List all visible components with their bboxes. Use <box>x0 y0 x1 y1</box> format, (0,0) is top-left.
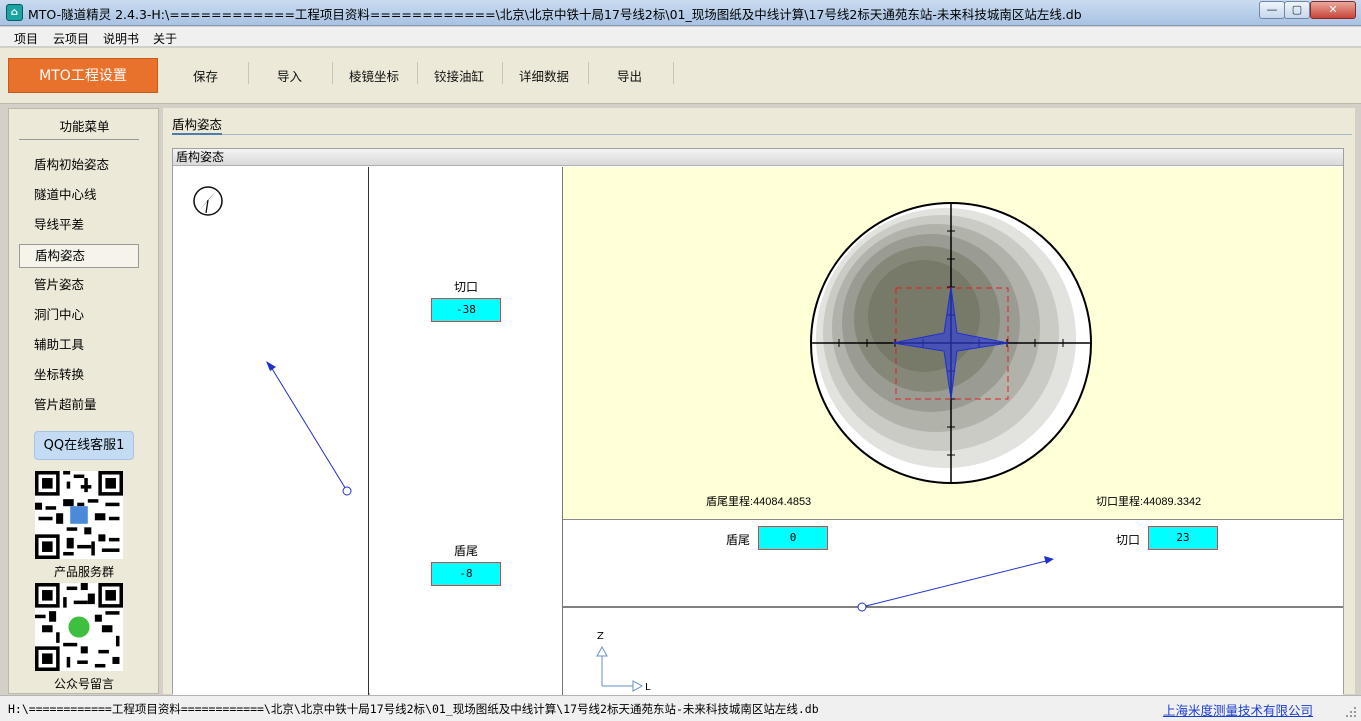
menu-project[interactable]: 项目 <box>14 30 38 47</box>
detail-data-button[interactable]: 详细数据 <box>519 66 569 85</box>
qr-code-service-group <box>35 471 123 559</box>
menu-bar: 项目 云项目 说明书 关于 <box>0 27 1361 47</box>
sidebar-item-aux-tools[interactable]: 辅助工具 <box>19 334 139 358</box>
sidebar: 功能菜单 盾构初始姿态 隧道中心线 导线平差 盾构姿态 管片姿态 洞门中心 辅助… <box>8 108 159 694</box>
menu-manual[interactable]: 说明书 <box>103 30 139 47</box>
tail-mileage-value: 44084.4853 <box>753 496 811 508</box>
profile-view-pane: 盾尾 0 切口 23 Z L <box>563 519 1343 695</box>
tab-strip-line <box>172 134 1352 135</box>
z-axis-label: Z <box>597 631 604 642</box>
sidebar-item-segment-advance[interactable]: 管片超前量 <box>19 394 139 418</box>
plan-view-canvas <box>193 186 352 496</box>
qr-code-official-account <box>35 583 123 671</box>
minimize-button[interactable]: — <box>1259 1 1285 19</box>
main-panel: 盾构姿态 盾构姿态 切口 -38 盾尾 -8 盾尾里程:44084.4853 切… <box>163 108 1355 695</box>
title-bar: ⌂ MTO-隧道精灵 2.4.3-H:\============工程项目资料==… <box>0 0 1361 26</box>
hinge-cylinder-button[interactable]: 铰接油缸 <box>434 66 484 85</box>
menu-about[interactable]: 关于 <box>153 30 177 47</box>
sidebar-item-traverse-adjustment[interactable]: 导线平差 <box>19 214 139 238</box>
sidebar-divider <box>19 139 139 140</box>
horizontal-deviation-pane: 切口 -38 盾尾 -8 <box>370 167 563 695</box>
toolbar-separator <box>673 62 674 84</box>
tab-active-indicator <box>172 133 222 135</box>
toolbar-separator <box>248 62 249 84</box>
tab-shield-attitude[interactable]: 盾构姿态 <box>172 114 222 133</box>
target-canvas: 盾尾里程:44084.4853 切口里程:44089.3342 <box>706 202 1201 508</box>
toolbar: MTO工程设置 保存 导入 棱镜坐标 铰接油缸 详细数据 导出 <box>0 48 1361 104</box>
app-logo-icon: ⌂ <box>6 4 23 21</box>
toolbar-separator <box>502 62 503 84</box>
save-button[interactable]: 保存 <box>193 66 218 85</box>
qr-service-group-label: 产品服务群 <box>53 565 114 579</box>
axis-indicator <box>596 645 644 692</box>
sidebar-item-coord-transform[interactable]: 坐标转换 <box>19 364 139 388</box>
tail-horizontal-value: -8 <box>431 562 501 586</box>
target-view-pane: 盾尾里程:44084.4853 切口里程:44089.3342 <box>563 167 1343 519</box>
sidebar-item-segment-attitude[interactable]: 管片姿态 <box>19 274 139 298</box>
menu-cloud-project[interactable]: 云项目 <box>53 30 89 47</box>
cut-mileage-value: 44089.3342 <box>1143 496 1201 508</box>
plan-view-pane <box>173 167 369 695</box>
toolbar-separator <box>417 62 418 84</box>
group-title: 盾构姿态 <box>173 149 1343 166</box>
toolbar-separator <box>332 62 333 84</box>
maximize-button[interactable]: ▢ <box>1284 1 1310 19</box>
export-button[interactable]: 导出 <box>617 66 642 85</box>
sidebar-title: 功能菜单 <box>59 119 110 134</box>
resize-grip-icon[interactable] <box>1345 706 1357 718</box>
import-button[interactable]: 导入 <box>277 66 302 85</box>
qr-official-account-label: 公众号留言 <box>53 677 114 691</box>
sidebar-item-initial-attitude[interactable]: 盾构初始姿态 <box>19 154 139 178</box>
cut-mileage: 切口里程:44089.3342 <box>1096 495 1201 508</box>
status-bar: H:\============工程项目资料============\北京\北京中… <box>0 695 1361 721</box>
qq-support-button[interactable]: QQ在线客服1 <box>34 431 134 460</box>
window-title: MTO-隧道精灵 2.4.3-H:\============工程项目资料====… <box>28 7 1082 22</box>
company-link[interactable]: 上海米度测量技术有限公司 <box>1163 700 1313 719</box>
sidebar-item-shield-attitude[interactable]: 盾构姿态 <box>19 244 139 268</box>
cut-horizontal-value: -38 <box>431 298 501 322</box>
sidebar-item-portal-center[interactable]: 洞门中心 <box>19 304 139 328</box>
cut-label: 切口 <box>453 280 478 294</box>
status-file-path: H:\============工程项目资料============\北京\北京中… <box>8 702 819 716</box>
tail-mileage-label: 盾尾里程: <box>706 495 753 508</box>
sidebar-item-tunnel-centerline[interactable]: 隧道中心线 <box>19 184 139 208</box>
project-settings-button[interactable]: MTO工程设置 <box>8 58 158 93</box>
shield-attitude-group: 盾构姿态 切口 -38 盾尾 -8 盾尾里程:44084.4853 切口里程:4… <box>172 148 1344 695</box>
toolbar-separator <box>588 62 589 84</box>
close-button[interactable]: ✕ <box>1310 1 1356 19</box>
profile-deviation-vector <box>857 556 1054 612</box>
l-axis-label: L <box>645 682 651 693</box>
tail-label: 盾尾 <box>453 544 478 558</box>
north-arrow-icon <box>193 186 223 216</box>
prism-coords-button[interactable]: 棱镜坐标 <box>349 66 399 85</box>
tail-mileage: 盾尾里程:44084.4853 <box>706 495 811 508</box>
plan-deviation-vector <box>266 361 352 496</box>
profile-canvas: Z L <box>563 556 1343 693</box>
cut-mileage-label: 切口里程: <box>1096 495 1143 508</box>
